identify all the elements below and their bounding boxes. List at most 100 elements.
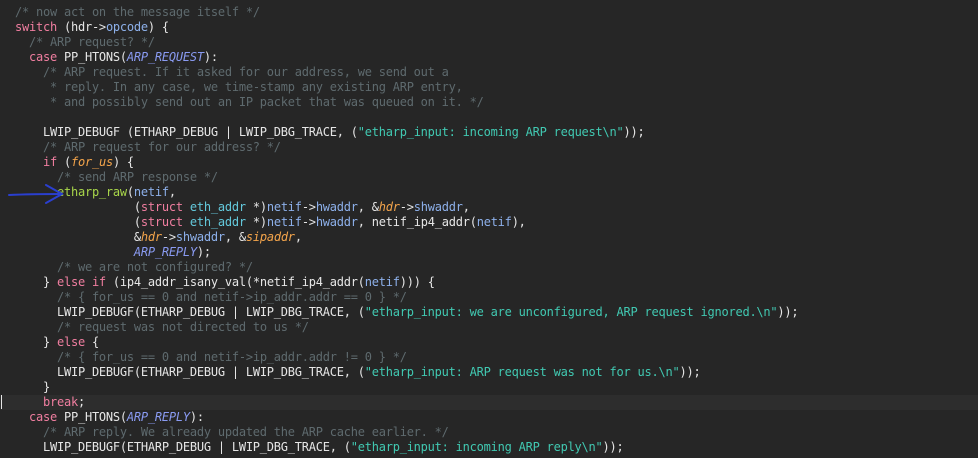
- token-comment: * and possibly send out an IP packet tha…: [49, 95, 484, 109]
- token-plain: PP_HTONS(: [56, 50, 127, 64]
- code-line[interactable]: /* ARP request? */: [0, 35, 978, 50]
- token-param: hdr: [140, 230, 162, 244]
- token-enum: ARP_REPLY: [126, 410, 190, 424]
- token-plain: }: [42, 275, 57, 289]
- code-line[interactable]: /* ARP request. If it asked for our addr…: [0, 65, 978, 80]
- code-line[interactable]: (struct eth_addr *)netif->hwaddr, netif_…: [0, 215, 978, 230]
- code-line[interactable]: * and possibly send out an IP packet tha…: [0, 95, 978, 110]
- token-member: hwaddr: [315, 215, 358, 229]
- code-line[interactable]: }: [0, 380, 978, 395]
- code-line[interactable]: } else if (ip4_addr_isany_val(*netif_ip4…: [0, 275, 978, 290]
- token-keyword: switch: [15, 20, 57, 34]
- token-plain: *): [245, 200, 267, 214]
- token-param: sipaddr: [245, 230, 295, 244]
- code-line[interactable]: case PP_HTONS(ARP_REQUEST):: [0, 50, 978, 65]
- token-func: etharp_raw: [56, 185, 127, 199]
- token-string: "etharp_input: ARP request was not for u…: [364, 365, 680, 379]
- code-line[interactable]: /* ARP reply. We already updated the ARP…: [0, 425, 978, 440]
- token-string: "etharp_input: we are unconfigured, ARP …: [364, 305, 778, 319]
- arrow-right-icon: [8, 184, 63, 204]
- token-plain: ) {: [112, 155, 134, 169]
- token-plain: (: [133, 200, 141, 214]
- token-plain: LWIP_DEBUGF(ETHARP_DEBUG | LWIP_DBG_TRAC…: [42, 440, 351, 454]
- code-line[interactable]: * reply. In any case, we time-stamp any …: [0, 80, 978, 95]
- token-keyword: else if: [56, 275, 106, 289]
- token-member: netif: [266, 200, 302, 214]
- token-comment: /* ARP request? */: [28, 35, 155, 49]
- code-line[interactable]: switch (hdr->opcode) {: [0, 20, 978, 35]
- token-type: eth_addr: [189, 200, 246, 214]
- code-line[interactable]: /* { for_us == 0 and netif->ip_addr.addr…: [0, 290, 978, 305]
- token-plain: ));: [623, 125, 645, 139]
- code-line[interactable]: (struct eth_addr *)netif->hwaddr, &hdr->…: [0, 200, 978, 215]
- token-comment: /* ARP request for our address? */: [42, 140, 281, 154]
- token-plain: (: [126, 185, 134, 199]
- token-plain: , &: [357, 200, 379, 214]
- code-line[interactable]: /* request was not directed to us */: [0, 320, 978, 335]
- token-member: shwaddr: [413, 200, 463, 214]
- code-line[interactable]: LWIP_DEBUGF (ETHARP_DEBUG | LWIP_DBG_TRA…: [0, 125, 978, 140]
- token-plain: ))) {: [399, 275, 435, 289]
- code-line[interactable]: if (for_us) {: [0, 155, 978, 170]
- token-enum: ARP_REPLY: [133, 245, 197, 259]
- code-line[interactable]: LWIP_DEBUGF(ETHARP_DEBUG | LWIP_DBG_TRAC…: [0, 365, 978, 380]
- token-plain: PP_HTONS(: [56, 410, 127, 424]
- token-string: "etharp_input: incoming ARP request\n": [357, 125, 624, 139]
- token-member: hwaddr: [315, 200, 358, 214]
- code-editor[interactable]: /* now act on the message itself */ swit…: [0, 0, 978, 458]
- code-line[interactable]: } else {: [0, 335, 978, 350]
- token-member: netif: [133, 185, 169, 199]
- code-line[interactable]: /* send ARP response */: [0, 170, 978, 185]
- token-plain: ));: [679, 365, 701, 379]
- code-line[interactable]: [0, 110, 978, 125]
- code-line[interactable]: LWIP_DEBUGF(ETHARP_DEBUG | LWIP_DBG_TRAC…: [0, 305, 978, 320]
- token-plain: ,: [294, 230, 302, 244]
- token-plain: ->: [161, 230, 176, 244]
- token-plain: ->: [301, 215, 316, 229]
- token-plain: ):: [203, 50, 218, 64]
- code-line[interactable]: etharp_raw(netif,: [0, 185, 978, 200]
- code-line[interactable]: case PP_HTONS(ARP_REPLY):: [0, 410, 978, 425]
- token-keyword: case: [28, 410, 57, 424]
- token-plain: }: [42, 380, 50, 394]
- code-line[interactable]: /* now act on the message itself */: [0, 5, 978, 20]
- code-line[interactable]: LWIP_DEBUGF(ETHARP_DEBUG | LWIP_DBG_TRAC…: [0, 440, 978, 455]
- token-keyword: case: [28, 50, 57, 64]
- code-line[interactable]: ARP_REPLY);: [0, 245, 978, 260]
- token-plain: ,: [168, 185, 176, 199]
- token-keyword: break: [42, 395, 78, 409]
- code-line[interactable]: /* we are not configured? */: [0, 260, 978, 275]
- code-line[interactable]: /* { for_us == 0 and netif->ip_addr.addr…: [0, 350, 978, 365]
- token-plain: , netif_ip4_addr(: [357, 215, 477, 229]
- token-param: for_us: [70, 155, 113, 169]
- token-plain: }: [42, 335, 57, 349]
- code-line[interactable]: &hdr->shwaddr, &sipaddr,: [0, 230, 978, 245]
- token-string: "etharp_input: incoming ARP reply\n": [350, 440, 603, 454]
- code-line-current[interactable]: break;: [0, 395, 978, 410]
- token-plain: ) {: [147, 20, 169, 34]
- token-plain: (hdr->: [56, 20, 106, 34]
- code-line[interactable]: /* ARP request for our address? */: [0, 140, 978, 155]
- code-lines[interactable]: /* now act on the message itself */ swit…: [0, 5, 978, 455]
- token-plain: , &: [224, 230, 246, 244]
- token-plain: &: [133, 230, 141, 244]
